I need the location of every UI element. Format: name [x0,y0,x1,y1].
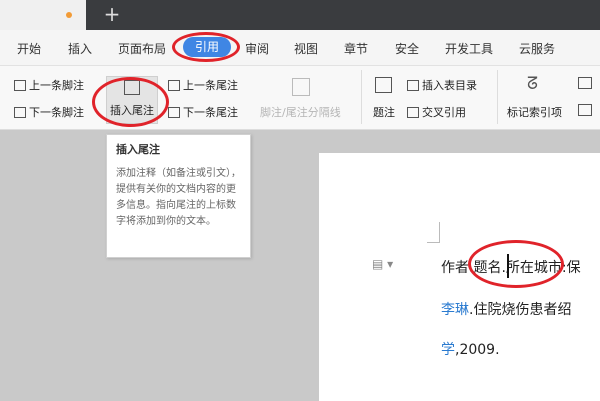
unsaved-dot-icon [66,12,72,18]
margin-corner-marker [427,222,440,243]
next-endnote-button[interactable]: 下一条尾注 [168,104,238,120]
tooltip-body: 添加注释（如备注或引文），提供有关你的文档内容的更多信息。指向尾注的上标数字将添… [116,168,241,227]
next-footnote-button[interactable]: 下一条脚注 [14,104,84,120]
menu-page-layout[interactable]: 页面布局 [118,40,166,57]
menu-view[interactable]: 视图 [294,40,318,57]
group-divider [497,70,498,124]
prev-footnote-button[interactable]: 上一条脚注 [14,77,84,93]
caption-button[interactable]: 题注 [373,104,395,120]
menu-developer[interactable]: 开发工具 [445,40,493,57]
insert-endnote-button[interactable]: 插入尾注 [106,76,158,124]
document-page[interactable] [319,153,600,401]
table-toc-icon [407,80,419,91]
cross-reference-icon [407,107,419,118]
reference-line-2[interactable]: 李琳.住院烧伤患者绍 [441,299,571,319]
insert-table-toc-button[interactable]: 插入表目录 [407,77,477,93]
mark-index-icon: ᘔ [527,74,538,94]
menu-bar: 开始 插入 页面布局 审阅 视图 章节 安全 开发工具 云服务 [0,30,600,66]
more-tools-icon [578,77,592,89]
menu-home[interactable]: 开始 [17,40,41,57]
reference-line-3[interactable]: 学,2009. [441,339,500,359]
next-endnote-icon [168,107,180,118]
menu-review[interactable]: 审阅 [245,40,269,57]
group-divider [361,70,362,124]
menu-insert[interactable]: 插入 [68,40,92,57]
paragraph-options-icon[interactable]: ▤ ▾ [372,257,393,271]
reference-line-1[interactable]: 作者.题名.所在城市:保 [441,257,581,277]
menu-section[interactable]: 章节 [344,40,368,57]
next-footnote-icon [14,107,26,118]
prev-footnote-icon [14,80,26,91]
menu-cloud[interactable]: 云服务 [519,40,555,57]
new-tab-icon[interactable]: + [103,3,121,25]
prev-endnote-button[interactable]: 上一条尾注 [168,77,238,93]
mark-index-button[interactable]: 标记索引项 [507,104,562,120]
ribbon-toolbar [0,66,600,130]
more-tools-icon [578,104,592,116]
tooltip-title: 插入尾注 [116,143,160,156]
tab-strip [86,0,600,30]
separator-icon [292,78,310,96]
menu-references[interactable]: 引用 [183,37,231,57]
text-cursor [507,254,509,278]
footnote-separator-button[interactable]: 脚注/尾注分隔线 [260,104,341,120]
insert-endnote-tooltip: 插入尾注 添加注释（如备注或引文），提供有关你的文档内容的更多信息。指向尾注的上… [106,134,251,258]
insert-endnote-icon [124,80,140,95]
prev-endnote-icon [168,80,180,91]
cross-reference-button[interactable]: 交叉引用 [407,104,466,120]
menu-security[interactable]: 安全 [395,40,419,57]
document-tab[interactable] [0,0,86,30]
caption-icon [375,77,392,93]
